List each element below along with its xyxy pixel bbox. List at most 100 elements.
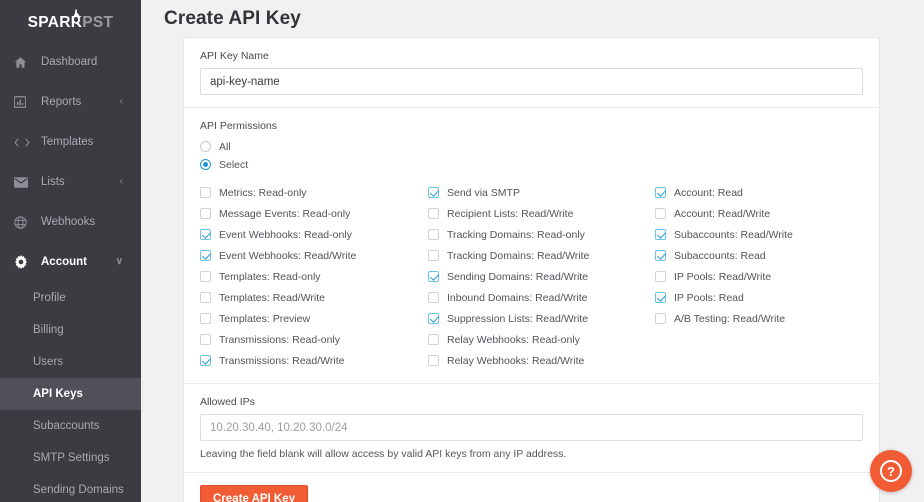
permission-item[interactable]: Suppression Lists: Read/Write — [428, 308, 655, 329]
checkbox-checked-icon[interactable] — [428, 187, 439, 198]
gear-icon — [14, 254, 32, 270]
permission-item[interactable]: Templates: Preview — [200, 308, 428, 329]
sidebar-subitem-label: Users — [33, 356, 64, 368]
checkbox-checked-icon[interactable] — [655, 292, 666, 303]
permission-label: Subaccounts: Read — [674, 249, 766, 262]
checkbox-checked-icon[interactable] — [200, 355, 211, 366]
sidebar-item-profile[interactable]: Profile — [0, 282, 141, 314]
sidebar-item-dashboard[interactable]: Dashboard — [0, 42, 141, 82]
permission-label: Transmissions: Read-only — [219, 333, 340, 346]
checkbox-unchecked-icon[interactable] — [428, 355, 439, 366]
permission-item[interactable]: Inbound Domains: Read/Write — [428, 287, 655, 308]
radio-all[interactable]: All — [200, 138, 863, 155]
permission-label: Account: Read/Write — [674, 207, 771, 220]
permission-label: Inbound Domains: Read/Write — [447, 291, 588, 304]
sidebar-item-lists[interactable]: Lists ‹ — [0, 162, 141, 202]
sidebar-item-smtp-settings[interactable]: SMTP Settings — [0, 442, 141, 474]
permission-label: Templates: Read-only — [219, 270, 321, 283]
permission-item[interactable]: Transmissions: Read/Write — [200, 350, 428, 371]
permission-label: IP Pools: Read — [674, 291, 744, 304]
permission-item[interactable]: IP Pools: Read/Write — [655, 266, 863, 287]
permissions-grid: Metrics: Read-only Message Events: Read-o… — [200, 182, 863, 371]
permission-label: Sending Domains: Read/Write — [447, 270, 589, 283]
permission-item[interactable]: Recipient Lists: Read/Write — [428, 203, 655, 224]
permission-item[interactable]: IP Pools: Read — [655, 287, 863, 308]
permission-item[interactable]: Sending Domains: Read/Write — [428, 266, 655, 287]
permission-label: Recipient Lists: Read/Write — [447, 207, 574, 220]
sidebar-item-sending-domains[interactable]: Sending Domains — [0, 474, 141, 502]
checkbox-unchecked-icon[interactable] — [200, 292, 211, 303]
sparkpost-logo[interactable]: SPARKPST — [0, 0, 141, 42]
checkbox-unchecked-icon[interactable] — [428, 229, 439, 240]
sidebar-item-templates[interactable]: Templates — [0, 122, 141, 162]
permission-item[interactable]: Relay Webhooks: Read-only — [428, 329, 655, 350]
sidebar-subitem-label: API Keys — [33, 388, 83, 400]
checkbox-unchecked-icon[interactable] — [428, 334, 439, 345]
radio-select-indicator[interactable] — [200, 159, 211, 170]
permission-item[interactable]: Templates: Read-only — [200, 266, 428, 287]
chevron-left-icon: ‹ — [119, 96, 123, 107]
sidebar-item-label: Reports — [41, 96, 82, 108]
permission-item[interactable]: Event Webhooks: Read/Write — [200, 245, 428, 266]
permission-item[interactable]: Relay Webhooks: Read/Write — [428, 350, 655, 371]
permission-item[interactable]: Tracking Domains: Read/Write — [428, 245, 655, 266]
permission-item[interactable]: Send via SMTP — [428, 182, 655, 203]
checkbox-unchecked-icon[interactable] — [428, 292, 439, 303]
checkbox-unchecked-icon[interactable] — [200, 187, 211, 198]
api-key-name-label: API Key Name — [200, 50, 269, 62]
sidebar-item-users[interactable]: Users — [0, 346, 141, 378]
checkbox-checked-icon[interactable] — [200, 229, 211, 240]
create-api-key-button[interactable]: Create API Key — [200, 485, 309, 502]
permission-item[interactable]: Metrics: Read-only — [200, 182, 428, 203]
sidebar-item-account[interactable]: Account ∨ — [0, 242, 141, 282]
permission-item[interactable]: Templates: Read/Write — [200, 287, 428, 308]
checkbox-unchecked-icon[interactable] — [428, 250, 439, 261]
checkbox-checked-icon[interactable] — [655, 229, 666, 240]
permission-label: Templates: Preview — [219, 312, 311, 325]
allowed-ips-helper-text: Leaving the field blank will allow acces… — [200, 448, 567, 460]
sidebar-item-api-keys[interactable]: API Keys — [0, 378, 141, 410]
checkbox-unchecked-icon[interactable] — [200, 334, 211, 345]
checkbox-unchecked-icon[interactable] — [655, 271, 666, 282]
checkbox-checked-icon[interactable] — [200, 250, 211, 261]
sidebar-item-billing[interactable]: Billing — [0, 314, 141, 346]
submit-section: Create API Key — [184, 472, 879, 502]
sidebar-item-label: Webhooks — [41, 216, 96, 228]
bar-chart-icon — [14, 94, 32, 110]
sidebar-item-reports[interactable]: Reports ‹ — [0, 82, 141, 122]
help-button[interactable]: ? — [870, 450, 912, 492]
radio-all-indicator[interactable] — [200, 141, 211, 152]
checkbox-checked-icon[interactable] — [428, 313, 439, 324]
permission-label: Metrics: Read-only — [219, 186, 307, 199]
permission-item[interactable]: A/B Testing: Read/Write — [655, 308, 863, 329]
permission-item[interactable]: Tracking Domains: Read-only — [428, 224, 655, 245]
api-key-name-input[interactable] — [200, 68, 863, 95]
checkbox-unchecked-icon[interactable] — [428, 208, 439, 219]
permission-item[interactable]: Event Webhooks: Read-only — [200, 224, 428, 245]
sidebar-item-subaccounts[interactable]: Subaccounts — [0, 410, 141, 442]
create-api-key-card: API Key Name API Permissions All Select … — [183, 37, 880, 502]
checkbox-unchecked-icon[interactable] — [200, 208, 211, 219]
permission-item[interactable]: Subaccounts: Read/Write — [655, 224, 863, 245]
permission-item[interactable]: Message Events: Read-only — [200, 203, 428, 224]
checkbox-unchecked-icon[interactable] — [655, 313, 666, 324]
checkbox-unchecked-icon[interactable] — [200, 313, 211, 324]
envelope-icon — [14, 174, 32, 190]
permission-item[interactable]: Account: Read/Write — [655, 203, 863, 224]
checkbox-unchecked-icon[interactable] — [200, 271, 211, 282]
radio-select[interactable]: Select — [200, 156, 863, 173]
checkbox-checked-icon[interactable] — [428, 271, 439, 282]
permission-label: Relay Webhooks: Read-only — [447, 333, 580, 346]
checkbox-checked-icon[interactable] — [655, 250, 666, 261]
code-icon — [14, 134, 32, 150]
permission-item[interactable]: Transmissions: Read-only — [200, 329, 428, 350]
checkbox-checked-icon[interactable] — [655, 187, 666, 198]
sidebar-item-label: Account — [41, 256, 87, 268]
permission-item[interactable]: Subaccounts: Read — [655, 245, 863, 266]
checkbox-unchecked-icon[interactable] — [655, 208, 666, 219]
allowed-ips-input[interactable] — [200, 414, 863, 441]
permission-item[interactable]: Account: Read — [655, 182, 863, 203]
sidebar-item-webhooks[interactable]: Webhooks — [0, 202, 141, 242]
globe-icon — [14, 214, 32, 230]
allowed-ips-section: Allowed IPs Leaving the field blank will… — [184, 383, 879, 472]
